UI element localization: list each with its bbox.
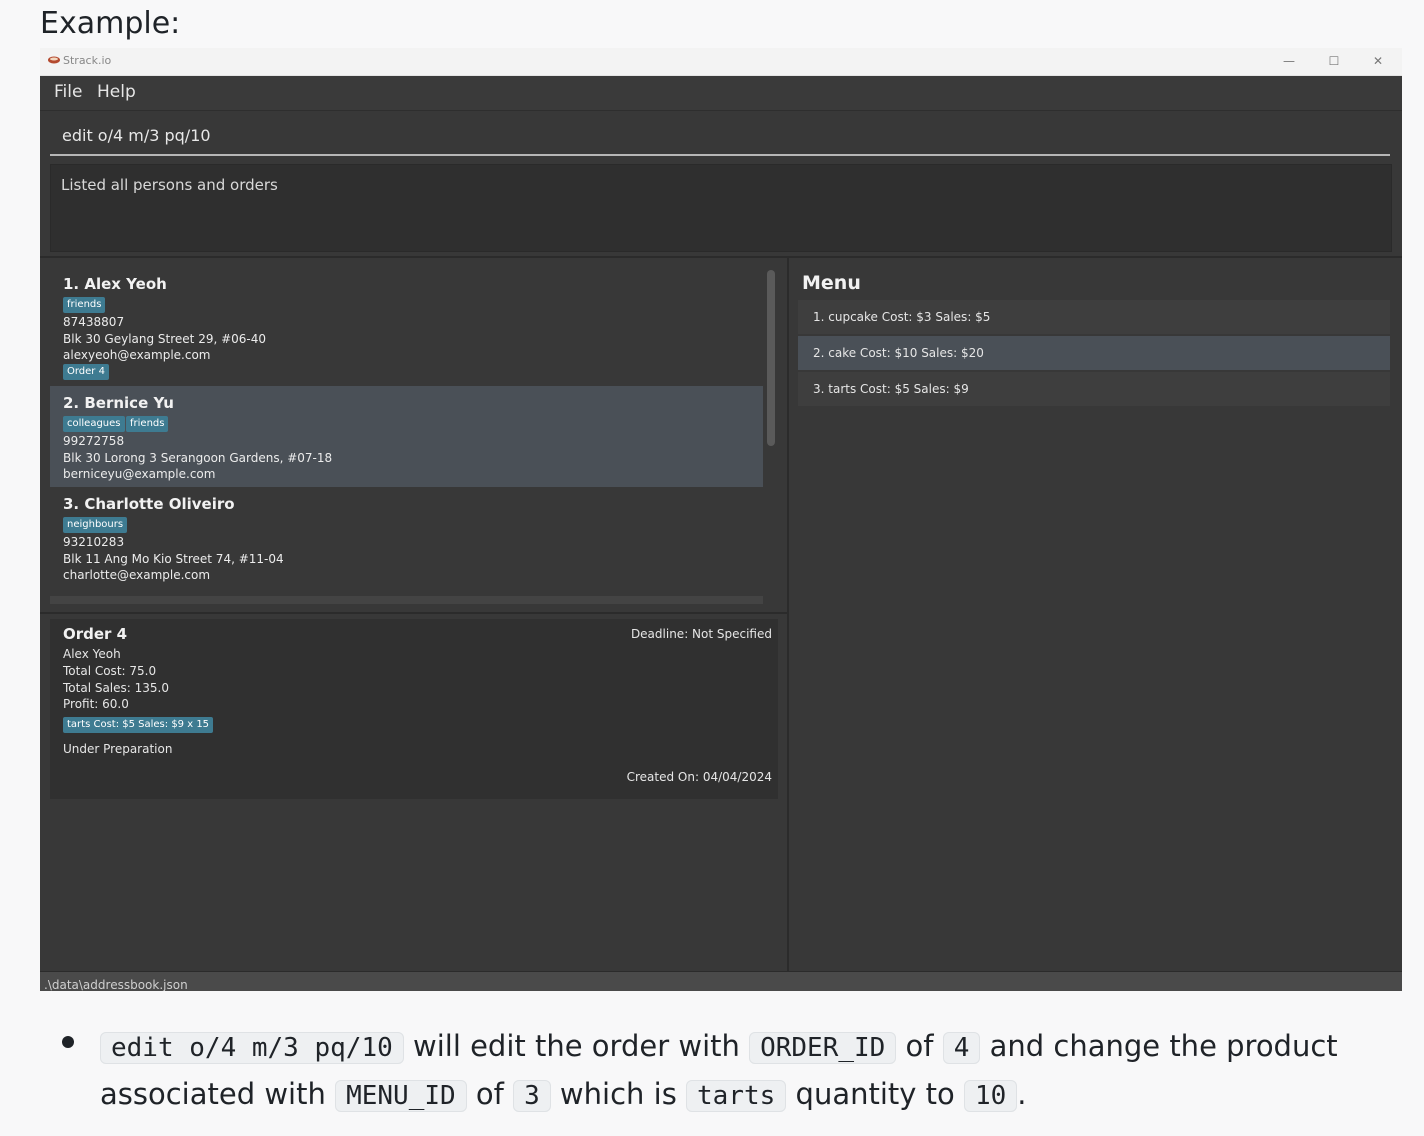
code-product: tarts: [686, 1080, 787, 1112]
menu-panel: Menu 1. cupcake Cost: $3 Sales: $5 2. ca…: [790, 258, 1402, 971]
person-name: 2. Bernice Yu: [63, 394, 174, 412]
person-card-peek: [50, 596, 763, 604]
example-heading: Example:: [40, 6, 181, 41]
status-bar: .\data\addressbook.json: [40, 971, 1402, 991]
title-bar: Strack.io — ☐ ✕: [40, 48, 1402, 76]
menu-bar: File Help: [40, 76, 1402, 111]
code-quantity: 10: [963, 1080, 1018, 1112]
result-text: Listed all persons and orders: [61, 176, 278, 194]
person-address: Blk 30 Geylang Street 29, #06-40: [63, 332, 267, 346]
scrollbar-thumb[interactable]: [767, 270, 775, 446]
person-card[interactable]: 3. Charlotte Oliveiro neighbours 9321028…: [50, 487, 763, 597]
person-phone: 87438807: [63, 315, 125, 329]
code-menu-value: 3: [513, 1080, 551, 1112]
code-order-value: 4: [942, 1032, 981, 1064]
order-total-cost: Total Cost: 75.0: [63, 664, 157, 678]
window-title: Strack.io: [63, 54, 112, 67]
person-card-selected[interactable]: 2. Bernice Yu colleagues friends 9927275…: [50, 386, 763, 487]
menu-item-selected[interactable]: 2. cake Cost: $10 Sales: $20: [798, 336, 1390, 370]
person-phone: 93210283: [63, 535, 125, 549]
person-email: charlotte@example.com: [63, 568, 211, 582]
menu-item-label: 2. cake Cost: $10 Sales: $20: [813, 346, 984, 360]
app-window: Strack.io — ☐ ✕ File Help Listed all per…: [40, 48, 1402, 991]
explanation-text: of: [896, 1029, 943, 1063]
explanation-text: .: [1017, 1077, 1027, 1111]
person-tag: friends: [63, 297, 106, 313]
maximize-button[interactable]: ☐: [1314, 50, 1354, 72]
explanation-text: will edit the order with: [403, 1029, 750, 1063]
menu-item-label: 1. cupcake Cost: $3 Sales: $5: [813, 310, 991, 324]
explanation-text: and change the product: [980, 1029, 1338, 1063]
order-profit: Profit: 60.0: [63, 697, 129, 711]
explanation-text: associated with: [100, 1077, 336, 1111]
minimize-button[interactable]: —: [1269, 50, 1309, 72]
code-command: edit o/4 m/3 pq/10: [100, 1032, 404, 1064]
person-tag: friends: [126, 416, 169, 432]
close-button[interactable]: ✕: [1358, 50, 1398, 72]
explanation-text: which is: [550, 1077, 687, 1111]
explanation-text: quantity to: [786, 1077, 964, 1111]
person-name: 1. Alex Yeoh: [63, 275, 167, 293]
order-created-date: Created On: 04/04/2024: [626, 770, 772, 784]
person-name: 3. Charlotte Oliveiro: [63, 495, 235, 513]
command-box: [50, 114, 1390, 156]
bullet-dot: [62, 1036, 74, 1048]
order-title: Order 4: [63, 625, 128, 643]
explanation-line-1: edit o/4 m/3 pq/10 will edit the order w…: [100, 1023, 1380, 1071]
menu-file[interactable]: File: [54, 82, 82, 102]
result-display: Listed all persons and orders: [50, 164, 1392, 252]
menu-help[interactable]: Help: [97, 82, 136, 102]
list-separator: [40, 612, 787, 614]
order-total-sales: Total Sales: 135.0: [63, 681, 169, 695]
person-email: alexyeoh@example.com: [63, 348, 211, 362]
menu-item[interactable]: 1. cupcake Cost: $3 Sales: $5: [798, 300, 1390, 334]
person-phone: 99272758: [63, 434, 125, 448]
vertical-divider: [787, 258, 789, 971]
code-order-id: ORDER_ID: [749, 1032, 897, 1064]
person-email: berniceyu@example.com: [63, 467, 216, 481]
person-order-tag: Order 4: [63, 364, 109, 380]
order-customer: Alex Yeoh: [63, 647, 121, 661]
app-logo-icon: [48, 56, 60, 64]
status-path: .\data\addressbook.json: [44, 978, 188, 991]
person-list[interactable]: 1. Alex Yeoh friends 87438807 Blk 30 Gey…: [50, 268, 763, 604]
order-deadline: Deadline: Not Specified: [630, 627, 772, 641]
menu-item-label: 3. tarts Cost: $5 Sales: $9: [813, 382, 969, 396]
person-tag: neighbours: [63, 517, 128, 533]
person-tag: colleagues: [63, 416, 125, 432]
order-card[interactable]: Order 4 Deadline: Not Specified Alex Yeo…: [50, 619, 778, 799]
code-menu-id: MENU_ID: [335, 1080, 467, 1112]
person-card[interactable]: 1. Alex Yeoh friends 87438807 Blk 30 Gey…: [50, 268, 763, 386]
person-address: Blk 11 Ang Mo Kio Street 74, #11-04: [63, 552, 284, 566]
order-status: Under Preparation: [63, 742, 173, 756]
menu-title: Menu: [802, 272, 861, 294]
command-input[interactable]: [60, 122, 1374, 148]
order-product-tag: tarts Cost: $5 Sales: $9 x 15: [63, 717, 214, 733]
explanation-text: of: [466, 1077, 514, 1111]
person-address: Blk 30 Lorong 3 Serangoon Gardens, #07-1…: [63, 451, 333, 465]
menu-item[interactable]: 3. tarts Cost: $5 Sales: $9: [798, 372, 1390, 406]
explanation-line-2: associated with MENU_ID of 3 which is ta…: [100, 1071, 1380, 1119]
